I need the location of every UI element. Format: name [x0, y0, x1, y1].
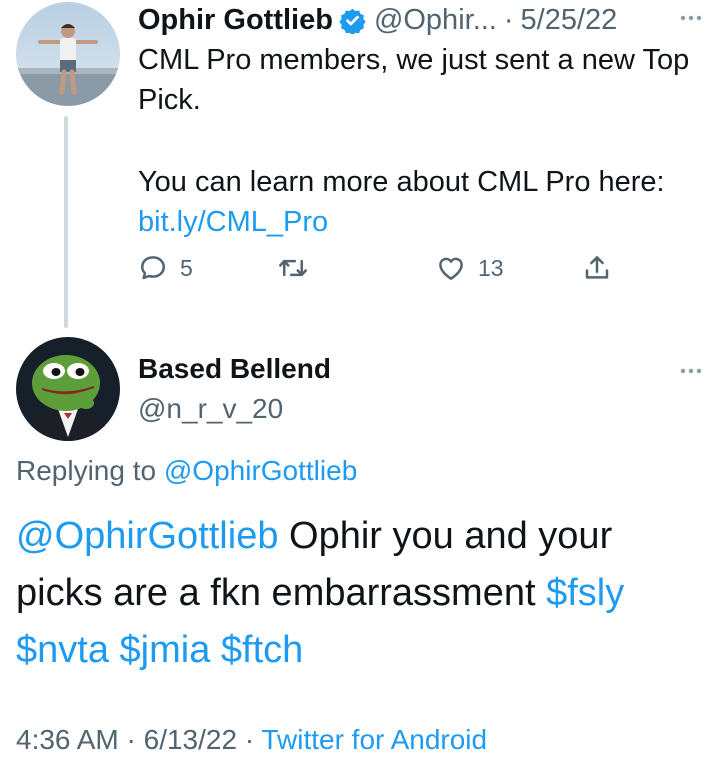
parent-text-line2: You can learn more about CML Pro here: — [138, 166, 665, 198]
tweet-metadata: 4:36 AM · 6/13/22 · Twitter for Android — [16, 724, 487, 756]
replying-prefix: Replying to — [16, 455, 157, 486]
more-icon[interactable] — [671, 8, 711, 28]
replying-to-handle-link[interactable]: @OphirGottlieb — [164, 455, 357, 486]
reply-handle[interactable]: @n_r_v_20 — [138, 393, 283, 425]
share-icon — [585, 256, 609, 279]
reply-count: 5 — [180, 254, 193, 281]
tweet-thread: Ophir Gottlieb @Ophir... · 5/25/22 CML P… — [0, 0, 712, 765]
parent-date[interactable]: 5/25/22 — [521, 4, 618, 37]
more-icon[interactable] — [671, 361, 711, 381]
verified-badge-icon — [339, 7, 366, 35]
ticker-link[interactable]: $ftch — [221, 629, 303, 671]
thread-connector-line — [64, 116, 68, 328]
parent-text-line1: CML Pro members, we just sent a new Top … — [138, 44, 690, 116]
beach-photo-avatar-image — [16, 2, 120, 106]
tweet-source-link[interactable]: Twitter for Android — [261, 724, 487, 755]
parent-display-name[interactable]: Ophir Gottlieb — [138, 4, 333, 37]
frog-avatar-image — [16, 337, 120, 441]
header-separator: · — [503, 3, 514, 36]
meta-separator: · — [126, 724, 136, 755]
mention-link[interactable]: @OphirGottlieb — [16, 515, 278, 557]
reply-icon — [141, 256, 165, 280]
reply-author-avatar[interactable] — [16, 337, 120, 441]
retweet-button[interactable] — [278, 250, 308, 286]
ticker-link[interactable]: $fsly — [546, 572, 624, 614]
reply-button[interactable]: 5 — [138, 250, 193, 286]
tweet-time[interactable]: 4:36 AM — [16, 724, 119, 755]
retweet-icon — [279, 259, 307, 277]
ticker-link[interactable]: $nvta — [16, 629, 109, 671]
tweet-date[interactable]: 6/13/22 — [144, 724, 237, 755]
parent-handle[interactable]: @Ophir... — [374, 4, 497, 37]
parent-author-avatar[interactable] — [16, 2, 120, 106]
like-count: 13 — [478, 254, 504, 281]
reply-display-name[interactable]: Based Bellend — [138, 353, 331, 385]
heart-icon — [439, 257, 463, 280]
parent-tweet-text: CML Pro members, we just sent a new Top … — [138, 40, 698, 242]
share-button[interactable] — [582, 250, 612, 286]
cml-pro-link[interactable]: bit.ly/CML_Pro — [138, 206, 328, 238]
parent-action-bar: 5 13 — [138, 250, 638, 286]
parent-tweet-header: Ophir Gottlieb @Ophir... · 5/25/22 — [138, 2, 617, 38]
ticker-link[interactable]: $jmia — [120, 629, 211, 671]
meta-separator: · — [244, 724, 255, 755]
reply-tweet-text: @OphirGottlieb Ophir you and your picks … — [16, 508, 706, 679]
like-button[interactable]: 13 — [436, 250, 504, 286]
replying-to-line: Replying to @OphirGottlieb — [16, 455, 357, 487]
